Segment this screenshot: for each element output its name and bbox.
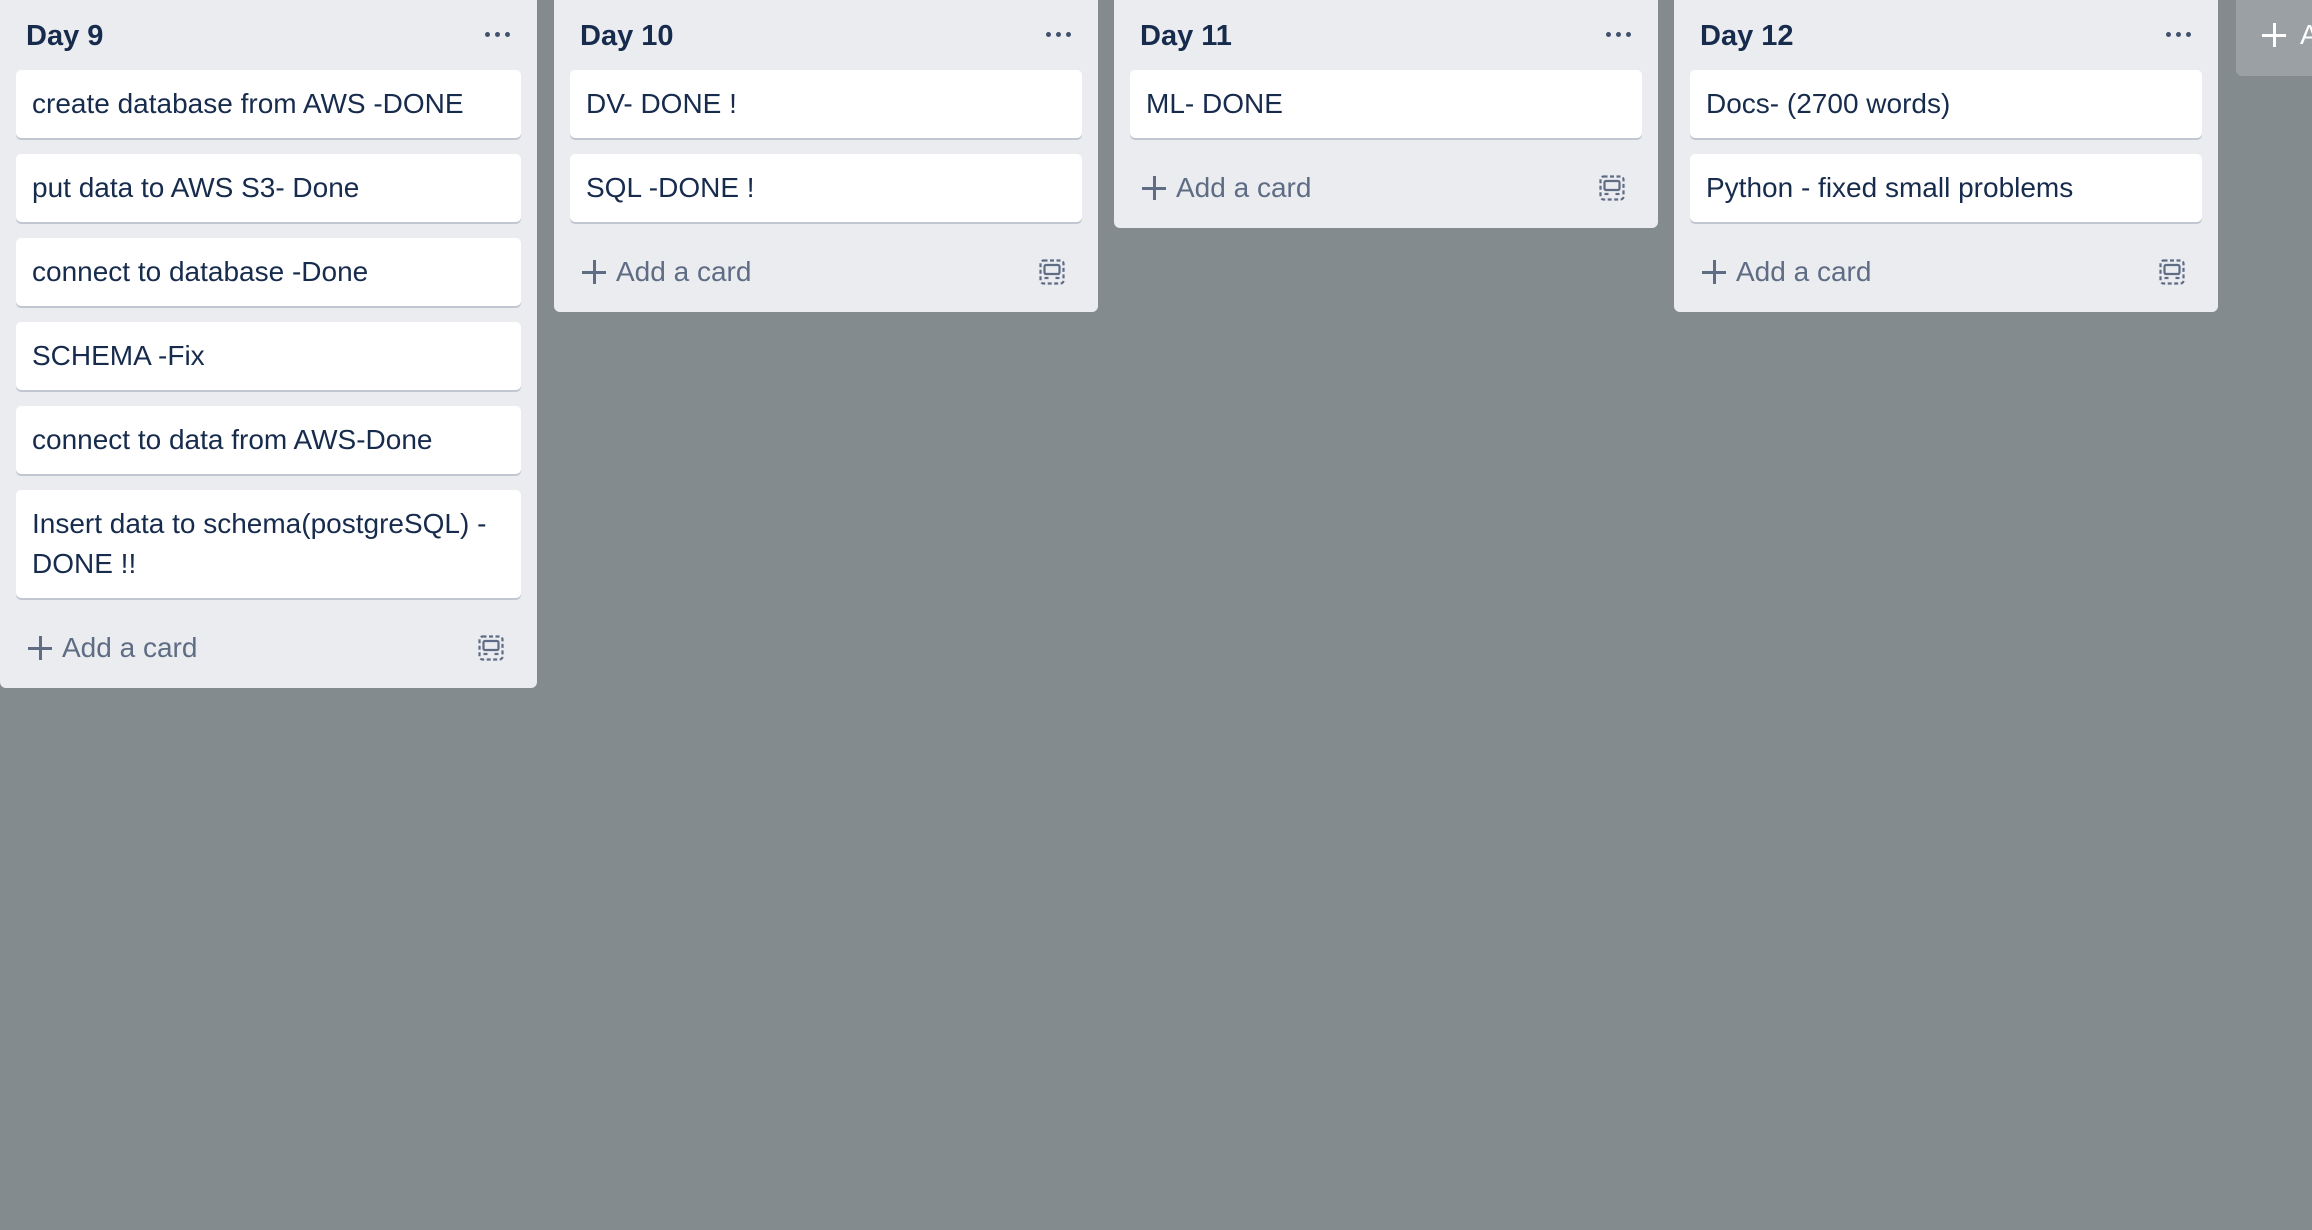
list-header: Day 9: [0, 0, 537, 70]
ellipsis-icon: [484, 31, 490, 37]
plus-icon: [28, 636, 52, 660]
card[interactable]: put data to AWS S3- Done: [16, 154, 521, 222]
card-template-icon: [2159, 259, 2185, 285]
card-list: create database from AWS -DONE put data …: [0, 70, 537, 598]
plus-icon: [582, 260, 606, 284]
card[interactable]: Insert data to schema(postgreSQL) -DONE …: [16, 490, 521, 598]
board: Day 9 create database from AWS -DONE put…: [0, 0, 2312, 1230]
ellipsis-icon: [1045, 31, 1051, 37]
add-card-button[interactable]: Add a card: [1130, 160, 1323, 216]
card-list: Docs- (2700 words) Python - fixed small …: [1674, 70, 2218, 222]
card[interactable]: ML- DONE: [1130, 70, 1642, 138]
list-header: Day 10: [554, 0, 1098, 70]
list-day-9: Day 9 create database from AWS -DONE put…: [0, 0, 537, 688]
plus-icon: [2262, 23, 2286, 47]
list-title[interactable]: Day 10: [580, 18, 674, 54]
list-header: Day 12: [1674, 0, 2218, 70]
list-footer: Add a card: [1674, 238, 2218, 312]
plus-icon: [1142, 176, 1166, 200]
add-card-label: Add a card: [1736, 256, 1872, 287]
card[interactable]: SQL -DONE !: [570, 154, 1082, 222]
card-template-icon: [1599, 175, 1625, 201]
list-day-10: Day 10 DV- DONE ! SQL -DONE ! Add a card: [554, 0, 1098, 312]
card[interactable]: Docs- (2700 words): [1690, 70, 2202, 138]
card-template-icon: [478, 635, 504, 661]
create-from-template-button[interactable]: [2152, 252, 2192, 292]
card[interactable]: Python - fixed small problems: [1690, 154, 2202, 222]
list-menu-button[interactable]: [1598, 14, 1638, 54]
create-from-template-button[interactable]: [1032, 252, 1072, 292]
list-day-11: Day 11 ML- DONE Add a card: [1114, 0, 1658, 228]
add-card-button[interactable]: Add a card: [16, 620, 209, 676]
list-title[interactable]: Day 9: [26, 18, 103, 54]
list-menu-button[interactable]: [2158, 14, 2198, 54]
card-list: ML- DONE: [1114, 70, 1658, 138]
add-list-button[interactable]: A: [2236, 0, 2312, 76]
card-list: DV- DONE ! SQL -DONE !: [554, 70, 1098, 222]
add-card-button[interactable]: Add a card: [570, 244, 763, 300]
card[interactable]: SCHEMA -Fix: [16, 322, 521, 390]
list-footer: Add a card: [1114, 154, 1658, 228]
card[interactable]: connect to data from AWS-Done: [16, 406, 521, 474]
list-menu-button[interactable]: [1038, 14, 1078, 54]
create-from-template-button[interactable]: [1592, 168, 1632, 208]
list-title[interactable]: Day 12: [1700, 18, 1794, 54]
list-header: Day 11: [1114, 0, 1658, 70]
create-from-template-button[interactable]: [471, 628, 511, 668]
plus-icon: [1702, 260, 1726, 284]
list-menu-button[interactable]: [477, 14, 517, 54]
card[interactable]: create database from AWS -DONE: [16, 70, 521, 138]
add-card-button[interactable]: Add a card: [1690, 244, 1883, 300]
card[interactable]: DV- DONE !: [570, 70, 1082, 138]
ellipsis-icon: [1605, 31, 1611, 37]
add-card-label: Add a card: [616, 256, 752, 287]
card-template-icon: [1039, 259, 1065, 285]
add-list-label: A: [2300, 19, 2312, 50]
list-day-12: Day 12 Docs- (2700 words) Python - fixed…: [1674, 0, 2218, 312]
add-card-label: Add a card: [62, 632, 198, 663]
list-title[interactable]: Day 11: [1140, 18, 1232, 54]
add-card-label: Add a card: [1176, 172, 1312, 203]
list-footer: Add a card: [0, 614, 537, 688]
list-footer: Add a card: [554, 238, 1098, 312]
ellipsis-icon: [2165, 31, 2171, 37]
card[interactable]: connect to database -Done: [16, 238, 521, 306]
